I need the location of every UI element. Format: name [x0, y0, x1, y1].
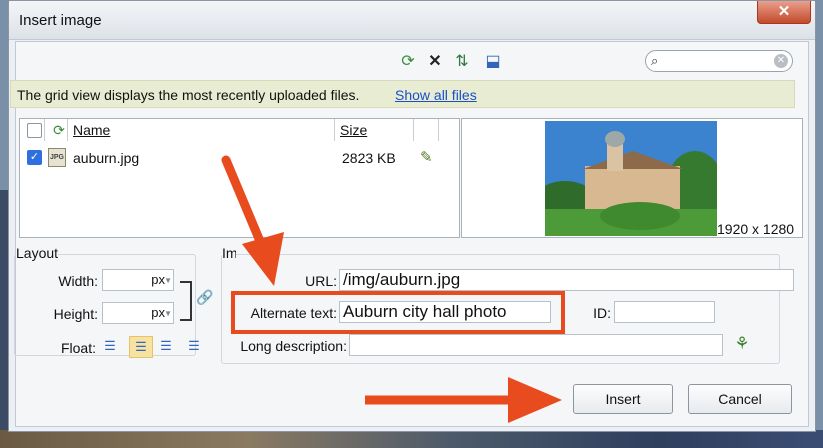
annotation-arrow-down [221, 155, 267, 251]
annotation-arrows [221, 155, 562, 423]
annotation-arrowhead-down [242, 232, 284, 286]
annotation-arrowhead-right [508, 377, 562, 423]
